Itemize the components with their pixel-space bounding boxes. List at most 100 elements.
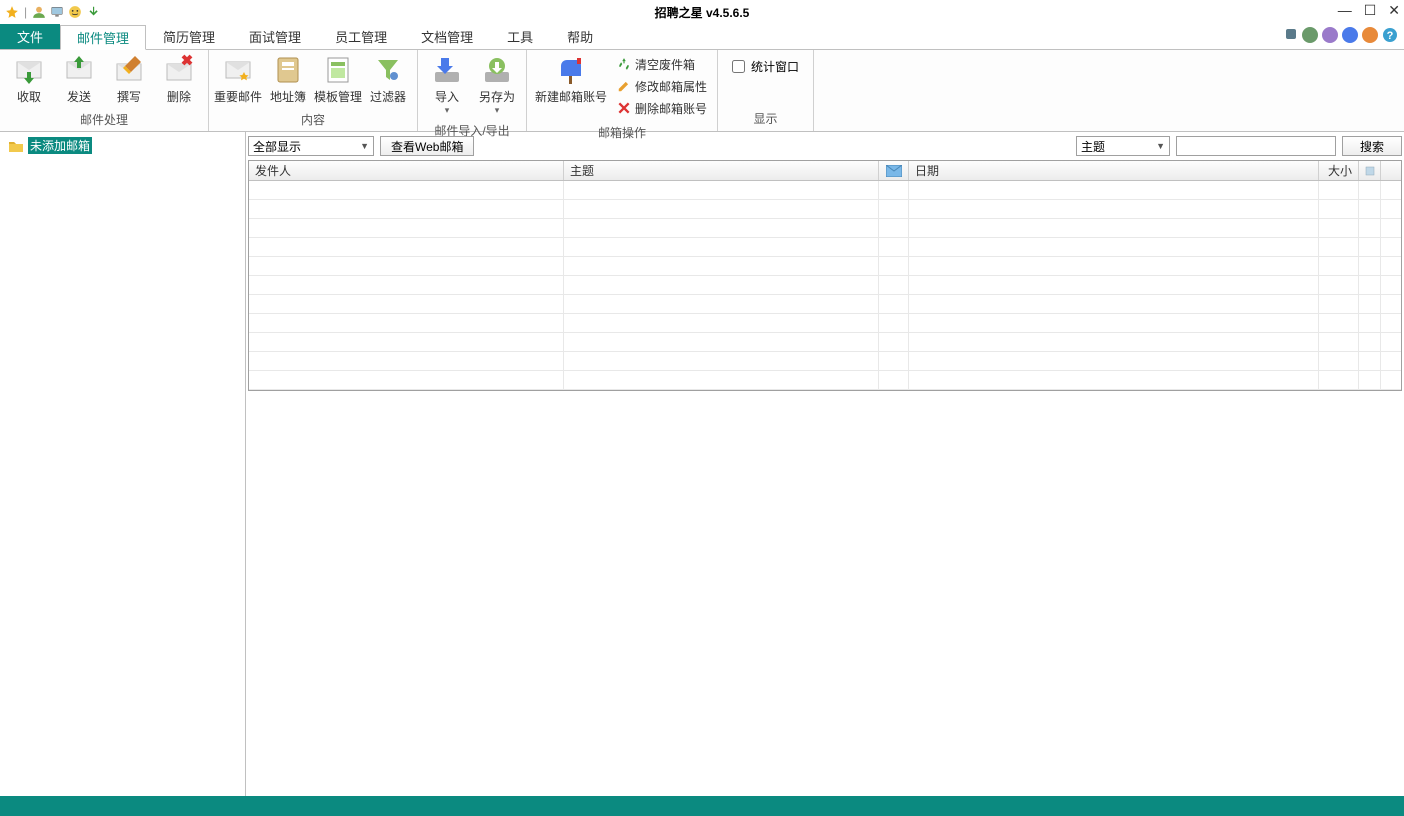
col-date[interactable]: 日期 [909, 161, 1319, 180]
menu-file[interactable]: 文件 [0, 24, 60, 49]
table-row[interactable] [249, 276, 1401, 295]
ribbon-group-label: 显示 [718, 108, 813, 131]
user-icon[interactable] [31, 4, 47, 20]
svg-text:?: ? [1387, 30, 1394, 42]
mailbox-icon [555, 54, 587, 86]
new-account-button[interactable]: 新建邮箱账号 [531, 52, 611, 107]
edit-account-label: 修改邮箱属性 [635, 78, 707, 95]
view-webmail-label: 查看Web邮箱 [391, 138, 463, 155]
empty-trash-item[interactable]: 清空废件箱 [617, 54, 707, 74]
close-button[interactable]: ✕ [1388, 2, 1400, 19]
table-row[interactable] [249, 181, 1401, 200]
stats-window-input[interactable] [732, 60, 745, 73]
cross-icon [617, 101, 631, 115]
dropdown-arrow-icon: ▾ [495, 105, 500, 116]
maximize-button[interactable]: ☐ [1364, 2, 1377, 19]
status-dot-orange[interactable] [1362, 27, 1378, 43]
table-row[interactable] [249, 314, 1401, 333]
ribbon-group-mail-ops: 收取 发送 撰写 删除 邮件处理 [0, 50, 209, 131]
menu-tab-tools[interactable]: 工具 [490, 24, 550, 49]
important-mail-button[interactable]: 重要邮件 [213, 52, 263, 107]
content-area: 未添加邮箱 全部显示 ▼ 查看Web邮箱 主题 ▼ 搜索 发件人 [0, 132, 1404, 796]
stats-window-label: 统计窗口 [751, 58, 799, 75]
table-row[interactable] [249, 352, 1401, 371]
table-row[interactable] [249, 219, 1401, 238]
chevron-down-icon: ▼ [360, 141, 369, 151]
delete-button[interactable]: 删除 [154, 52, 204, 107]
table-row[interactable] [249, 257, 1401, 276]
dropdown-arrow-icon: ▾ [445, 105, 450, 116]
col-subject[interactable]: 主题 [564, 161, 879, 180]
edit-account-item[interactable]: 修改邮箱属性 [617, 76, 707, 96]
menu-tab-help[interactable]: 帮助 [550, 24, 610, 49]
menu-tab-resume[interactable]: 简历管理 [146, 24, 232, 49]
table-row[interactable] [249, 295, 1401, 314]
ribbon-group-account: 新建邮箱账号 清空废件箱 修改邮箱属性 删除邮箱账号 邮箱操作 [527, 50, 718, 131]
search-button-label: 搜索 [1360, 138, 1384, 155]
envelope-down-icon [13, 54, 45, 86]
minimize-button[interactable]: — [1338, 2, 1352, 19]
search-button[interactable]: 搜索 [1342, 136, 1402, 156]
envelope-up-icon [63, 54, 95, 86]
sidebar: 未添加邮箱 [0, 132, 246, 796]
download-arrow-icon[interactable] [85, 4, 101, 20]
tree-root-label: 未添加邮箱 [28, 137, 92, 154]
menu-tab-document[interactable]: 文档管理 [404, 24, 490, 49]
help-icon[interactable]: ? [1382, 27, 1398, 43]
title-bar: | 招聘之星 v4.5.6.5 — ☐ ✕ [0, 0, 1404, 24]
menu-tab-mail[interactable]: 邮件管理 [60, 25, 146, 50]
view-webmail-button[interactable]: 查看Web邮箱 [380, 136, 474, 156]
table-row[interactable] [249, 333, 1401, 352]
table-row[interactable] [249, 371, 1401, 390]
import-button[interactable]: 导入 ▾ [422, 52, 472, 118]
ribbon-group-label: 内容 [209, 109, 417, 132]
envelope-star-icon [222, 54, 254, 86]
address-book-button[interactable]: 地址簿 [263, 52, 313, 107]
col-size[interactable]: 大小 [1319, 161, 1359, 180]
receive-button[interactable]: 收取 [4, 52, 54, 107]
delete-label: 删除 [167, 88, 191, 105]
delete-account-item[interactable]: 删除邮箱账号 [617, 98, 707, 118]
compose-button[interactable]: 撰写 [104, 52, 154, 107]
menu-tab-interview[interactable]: 面试管理 [232, 24, 318, 49]
stats-window-checkbox[interactable]: 统计窗口 [722, 52, 809, 81]
filter-button[interactable]: 过滤器 [363, 52, 413, 107]
status-dot-green[interactable] [1302, 27, 1318, 43]
template-button[interactable]: 模板管理 [313, 52, 363, 107]
grid-body [249, 181, 1401, 390]
new-account-label: 新建邮箱账号 [535, 88, 607, 105]
delete-account-label: 删除邮箱账号 [635, 100, 707, 117]
ribbon-group-label: 邮件处理 [0, 109, 208, 132]
separator: | [24, 5, 27, 19]
status-dot-purple[interactable] [1322, 27, 1338, 43]
col-attachment[interactable] [1359, 161, 1381, 180]
menu-tab-employee[interactable]: 员工管理 [318, 24, 404, 49]
status-dot-blue[interactable] [1342, 27, 1358, 43]
star-icon[interactable] [4, 4, 20, 20]
send-button[interactable]: 发送 [54, 52, 104, 107]
save-as-label: 另存为 [479, 88, 515, 105]
search-field-value: 主题 [1081, 138, 1105, 155]
search-input[interactable] [1176, 136, 1336, 156]
col-mail-icon[interactable] [879, 161, 909, 180]
monitor-icon[interactable] [49, 4, 65, 20]
address-book-icon [272, 54, 304, 86]
col-sender[interactable]: 发件人 [249, 161, 564, 180]
send-label: 发送 [67, 88, 91, 105]
attachment-icon [1364, 165, 1376, 177]
save-as-button[interactable]: 另存为 ▾ [472, 52, 522, 118]
table-row[interactable] [249, 238, 1401, 257]
filter-bar: 全部显示 ▼ 查看Web邮箱 主题 ▼ 搜索 [246, 132, 1404, 160]
template-label: 模板管理 [314, 88, 362, 105]
mail-grid: 发件人 主题 日期 大小 [248, 160, 1402, 391]
folder-icon [8, 139, 24, 153]
tree-root-item[interactable]: 未添加邮箱 [4, 136, 241, 155]
status-bar [0, 796, 1404, 816]
search-field-combo[interactable]: 主题 ▼ [1076, 136, 1170, 156]
show-filter-combo[interactable]: 全部显示 ▼ [248, 136, 374, 156]
filter-label: 过滤器 [370, 88, 406, 105]
table-row[interactable] [249, 200, 1401, 219]
smiley-icon[interactable] [67, 4, 83, 20]
receive-label: 收取 [17, 88, 41, 105]
db-icon[interactable] [1284, 27, 1298, 43]
